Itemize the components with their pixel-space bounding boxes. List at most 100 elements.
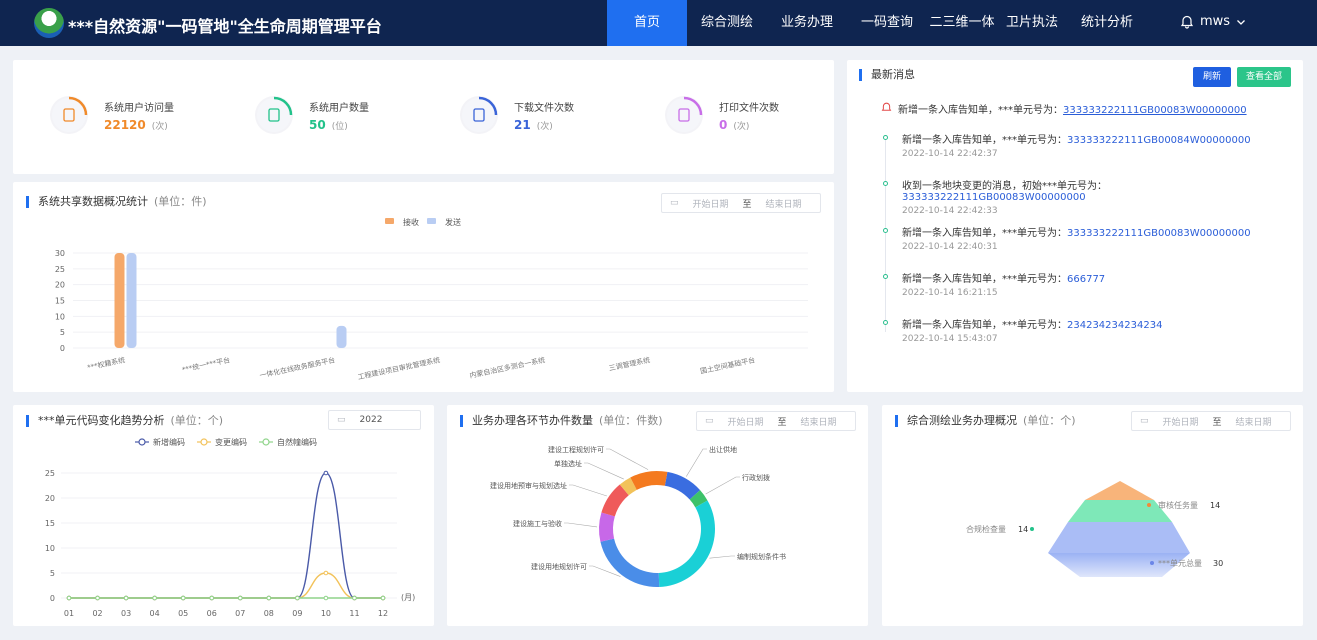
x-tick-label: 10 bbox=[321, 609, 331, 618]
message-item[interactable]: 新增一条入库告知单，***单元号为：333333222111GB00084W00… bbox=[902, 131, 1251, 159]
calendar-icon: ▭ bbox=[705, 416, 714, 426]
business-date-range[interactable]: ▭ 开始日期 至 结束日期 bbox=[696, 411, 856, 431]
stat-value-wrap: 21 (次) bbox=[514, 118, 553, 132]
survey-title: 综合测绘业务办理概况 (单位：个) bbox=[895, 415, 1076, 427]
slice-label: 行政划拨 bbox=[742, 473, 770, 482]
calendar-icon: ▭ bbox=[670, 198, 679, 208]
bar-发送 bbox=[126, 253, 137, 348]
message-code[interactable]: 333333222111GB00084W00000000 bbox=[1067, 135, 1251, 146]
user-menu[interactable]: mws bbox=[1180, 14, 1246, 29]
pyramid-label: ***单元总量 bbox=[1158, 558, 1202, 568]
chevron-down-icon[interactable] bbox=[1236, 17, 1246, 27]
nav-item-1[interactable]: 综合测绘 bbox=[687, 0, 767, 46]
share-start-date[interactable]: 开始日期 bbox=[693, 197, 729, 210]
pyramid-value: 14 bbox=[1018, 525, 1028, 534]
stat-unit: (次) bbox=[151, 122, 168, 132]
slice-label: 单独选址 bbox=[554, 459, 582, 468]
x-tick-label: 12 bbox=[378, 609, 388, 618]
nav-item-5[interactable]: 卫片执法 bbox=[997, 0, 1067, 46]
message-code[interactable]: 666777 bbox=[1067, 274, 1105, 285]
series-point bbox=[323, 595, 329, 601]
message-item[interactable]: 新增一条入库告知单，***单元号为：333333222111GB00083W00… bbox=[902, 224, 1251, 252]
label-leader bbox=[584, 462, 624, 480]
pyramid-label: 合规检查量 bbox=[966, 524, 1006, 534]
message-text: 新增一条入库告知单，***单元号为： bbox=[902, 135, 1067, 146]
stat-value: 0 bbox=[719, 118, 728, 132]
y-tick-label: 25 bbox=[45, 469, 55, 478]
nav-item-4[interactable]: 二三维一体化 bbox=[927, 0, 997, 76]
series-point bbox=[380, 595, 386, 601]
refresh-button[interactable]: 刷新 bbox=[1193, 67, 1231, 87]
y-tick-label: 20 bbox=[45, 494, 55, 503]
y-tick-label: 0 bbox=[50, 594, 55, 603]
stat-label: 下载文件次数 bbox=[514, 103, 574, 114]
share-end-date[interactable]: 结束日期 bbox=[766, 197, 802, 210]
slice-label: 建设施工与验收 bbox=[513, 519, 562, 528]
label-dot bbox=[1150, 561, 1154, 565]
message-code[interactable]: 234234234234234 bbox=[1067, 320, 1162, 331]
business-title: 业务办理各环节办件数量 (单位：件数) bbox=[460, 415, 663, 427]
message-item[interactable]: 新增一条入库告知单，***单元号为：234234234234234 2022-10… bbox=[902, 316, 1162, 344]
donut-slice bbox=[599, 512, 615, 542]
stat-item: 系统用户数量 50 (位) bbox=[255, 96, 435, 156]
y-tick-label: 5 bbox=[60, 328, 65, 337]
timeline-line bbox=[885, 140, 886, 332]
stat-unit: (位) bbox=[331, 122, 348, 132]
series-point bbox=[352, 595, 357, 601]
year-value[interactable]: 2022 bbox=[360, 415, 383, 425]
message-item[interactable]: 收到一条地块变更的消息，初始***单元号为： 333333222111GB0008… bbox=[902, 177, 1107, 216]
pyramid-layer-合规检查量 bbox=[1068, 500, 1172, 522]
message-code[interactable]: 333333222111GB00083W00000000 bbox=[1067, 228, 1251, 239]
legend-label: 发送 bbox=[445, 217, 461, 227]
survey-end-date[interactable]: 结束日期 bbox=[1236, 415, 1272, 428]
nav-item-3[interactable]: 一码查询 bbox=[847, 0, 927, 46]
slice-label: 出让供地 bbox=[709, 445, 737, 454]
business-donut-chart: 出让供地行政划拨编制规划条件书建设用地规划许可 建设施工与验收 建设用地预审与规划选… bbox=[490, 445, 786, 587]
nav-item-0[interactable]: 首页 bbox=[607, 0, 687, 46]
y-tick-label: 15 bbox=[45, 519, 55, 528]
legend-label: 新增编码 bbox=[153, 437, 185, 447]
bell-icon[interactable] bbox=[1180, 15, 1194, 29]
pyramid-layer-审核任务量 bbox=[1085, 481, 1154, 500]
share-chart-title: 系统共享数据概况统计 (单位：件) bbox=[26, 196, 207, 208]
label-dot bbox=[1147, 503, 1151, 507]
timeline-dot bbox=[883, 228, 888, 233]
view-all-button[interactable]: 查看全部 bbox=[1237, 67, 1291, 87]
x-tick-label: 08 bbox=[264, 609, 274, 618]
message-item[interactable]: 新增一条入库告知单，***单元号为：666777 2022-10-14 16:21… bbox=[902, 270, 1105, 298]
survey-date-sep: 至 bbox=[1212, 417, 1222, 428]
stat-item: 系统用户访问量 22120 (次) bbox=[50, 96, 230, 156]
message-text: 新增一条入库告知单，***单元号为： bbox=[898, 105, 1063, 116]
survey-date-range[interactable]: ▭ 开始日期 至 结束日期 bbox=[1131, 411, 1291, 431]
pyramid-layer-base bbox=[1048, 522, 1190, 553]
legend-swatch bbox=[385, 218, 394, 224]
trend-unit: (单位：个) bbox=[170, 414, 224, 427]
survey-start-date[interactable]: 开始日期 bbox=[1163, 415, 1199, 428]
year-picker[interactable]: ▭ 2022 bbox=[328, 410, 421, 430]
share-chart-unit: (单位：件) bbox=[154, 195, 207, 208]
calendar-icon: ▭ bbox=[337, 415, 346, 425]
business-start-date[interactable]: 开始日期 bbox=[728, 415, 764, 428]
series-point bbox=[123, 595, 129, 601]
message-text: 新增一条入库告知单，***单元号为： bbox=[902, 274, 1067, 285]
share-chart-title-text: 系统共享数据概况统计 bbox=[38, 195, 148, 208]
stat-item: 下载文件次数 21 (次) bbox=[460, 96, 640, 156]
pyramid-value: 30 bbox=[1213, 559, 1223, 568]
main-nav: 首页综合测绘业务办理一码查询二三维一体化卫片执法统计分析 bbox=[607, 0, 1147, 76]
donut-slice bbox=[658, 500, 715, 587]
business-end-date[interactable]: 结束日期 bbox=[801, 415, 837, 428]
username[interactable]: mws bbox=[1200, 14, 1230, 29]
message-code[interactable]: 333333222111GB00083W00000000 bbox=[902, 192, 1086, 203]
label-leader bbox=[606, 448, 649, 470]
legend-label: 接收 bbox=[403, 217, 419, 227]
message-code[interactable]: 333333222111GB00083W00000000 bbox=[1063, 105, 1247, 116]
message-time: 2022-10-14 22:42:37 bbox=[902, 149, 998, 159]
nav-item-6[interactable]: 统计分析 bbox=[1067, 0, 1147, 46]
y-tick-label: 15 bbox=[55, 297, 65, 306]
message-time: 2022-10-14 22:40:31 bbox=[902, 242, 998, 252]
nav-item-2[interactable]: 业务办理 bbox=[767, 0, 847, 46]
message-item[interactable]: 新增一条入库告知单，***单元号为：333333222111GB00083W00… bbox=[881, 101, 1247, 116]
y-tick-label: 5 bbox=[50, 569, 55, 578]
donut-slice bbox=[600, 538, 660, 587]
legend-label: 自然幢编码 bbox=[277, 437, 317, 447]
